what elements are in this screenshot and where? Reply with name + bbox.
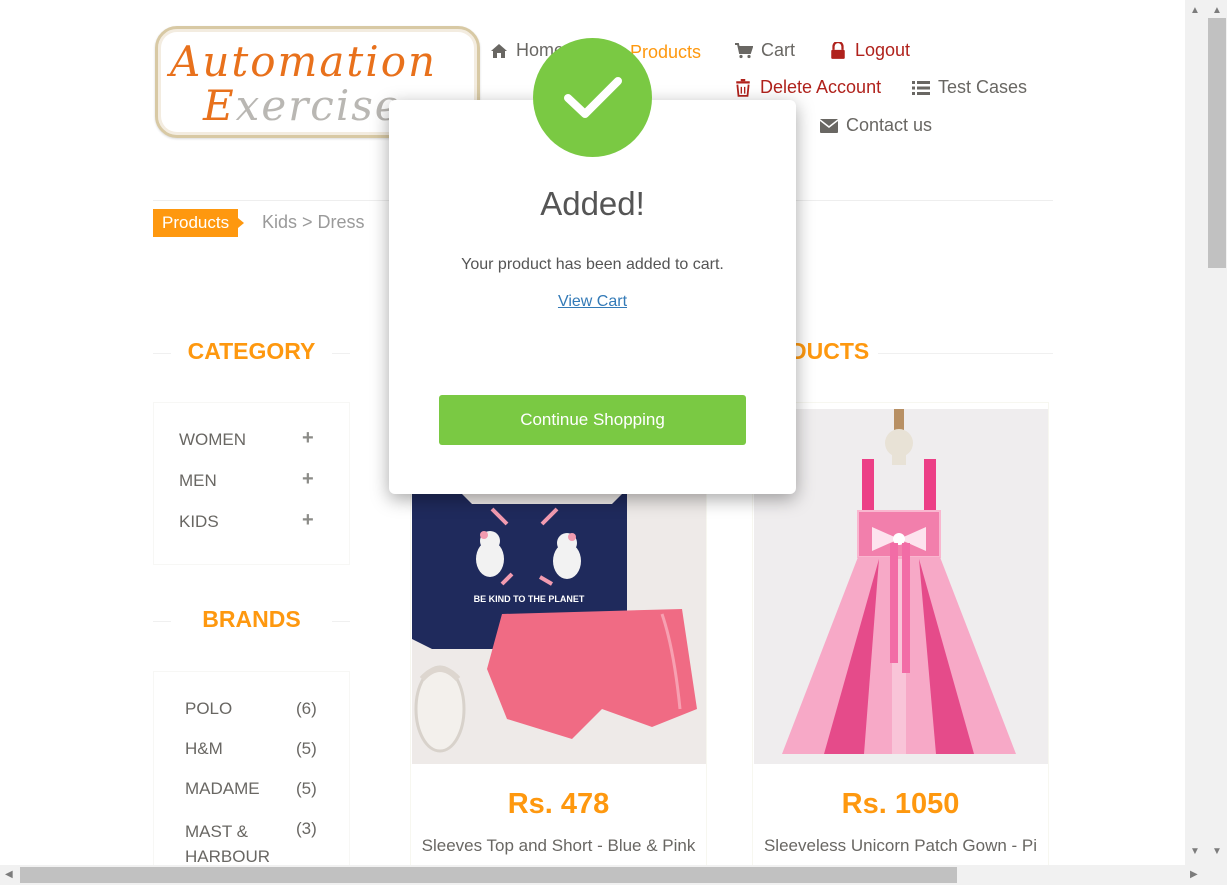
view-cart-link[interactable]: View Cart <box>389 293 796 311</box>
continue-shopping-button[interactable]: Continue Shopping <box>439 395 746 445</box>
scroll-up-icon[interactable]: ▲ <box>1190 5 1200 16</box>
success-check-icon <box>533 38 652 157</box>
scroll-up-icon[interactable]: ▲ <box>1212 5 1222 16</box>
scroll-down-icon[interactable]: ▼ <box>1190 846 1200 857</box>
horizontal-scroll-thumb[interactable] <box>20 867 957 883</box>
scroll-right-icon[interactable]: ▶ <box>1190 869 1198 880</box>
vertical-scroll-thumb[interactable] <box>1208 18 1226 268</box>
scroll-left-icon[interactable]: ◀ <box>5 869 13 880</box>
scroll-down-icon[interactable]: ▼ <box>1212 846 1222 857</box>
modal-message: Your product has been added to cart. <box>461 256 724 273</box>
modal-title: Added! <box>540 185 645 222</box>
